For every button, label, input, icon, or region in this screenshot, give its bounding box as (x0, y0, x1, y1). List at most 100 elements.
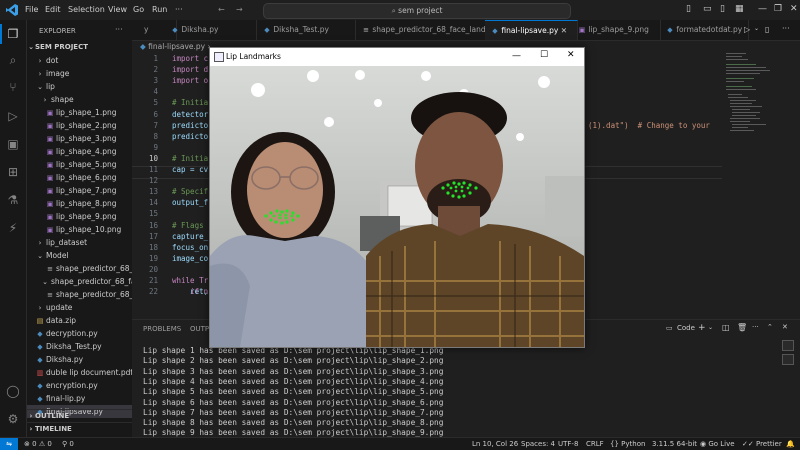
problems-status[interactable]: ⊗ 0 ⚠ 0 (24, 438, 52, 450)
testing-icon[interactable]: ⚗ (6, 193, 20, 207)
menu-file[interactable]: File (25, 5, 38, 14)
window-maximize-icon[interactable]: ☐ (540, 50, 548, 60)
file-item[interactable]: ◆ final-lip.py (27, 392, 132, 405)
file-item[interactable]: ≡shape_predictor_68_f... (27, 262, 132, 275)
back-arrow-icon[interactable]: ← (218, 5, 225, 14)
account-icon[interactable]: ◯ (6, 384, 20, 398)
chevron-down-icon[interactable]: ⌄ (708, 324, 713, 331)
layout-secondary-icon[interactable]: ▯ (720, 4, 725, 14)
file-item[interactable]: ▣ lip_shape_9.png (27, 210, 132, 223)
tab-formatedotdat[interactable]: ◆ formatedotdat.py (660, 20, 749, 40)
file-item[interactable]: ▣ lip_shape_10.png (27, 223, 132, 236)
panel-more-icon[interactable]: ··· (752, 323, 759, 331)
folder-item[interactable]: › lip_dataset (27, 236, 132, 249)
outline-section[interactable]: › OUTLINE (27, 409, 132, 423)
timeline-section[interactable]: › TIMELINE (27, 422, 132, 436)
encoding[interactable]: UTF-8 (558, 438, 578, 450)
new-terminal-icon[interactable]: + (698, 323, 706, 333)
file-item[interactable]: ▣ lip_shape_6.png (27, 171, 132, 184)
minimize-icon[interactable]: — (758, 4, 767, 14)
split-terminal-icon[interactable]: ◫ (722, 323, 730, 332)
folder-item[interactable]: › dot (27, 54, 132, 67)
notifications-bell-icon[interactable]: 🔔 (786, 438, 795, 450)
run-debug-icon[interactable]: ▷ (6, 109, 20, 123)
minimap[interactable] (722, 41, 800, 319)
layout-panel-icon[interactable]: ▭ (703, 4, 712, 14)
file-item[interactable]: ▥ duble lip document.pdf (27, 366, 132, 379)
file-item[interactable]: ◆ Diksha_Test.py (27, 340, 132, 353)
customize-layout-icon[interactable]: ▦ (735, 4, 744, 14)
file-item[interactable]: ▣ lip_shape_8.png (27, 197, 132, 210)
more-menu-icon[interactable]: ··· (175, 5, 183, 14)
folder-item[interactable]: ⌄shape_predictor_68_fa... (27, 275, 132, 288)
project-root[interactable]: ⌄SEM PROJECT (27, 41, 132, 54)
terminal-instance-icon[interactable] (782, 340, 794, 351)
menu-view[interactable]: View (108, 5, 127, 14)
file-item[interactable]: ▣ lip_shape_3.png (27, 132, 132, 145)
close-icon[interactable]: ✕ (790, 4, 798, 14)
menu-edit[interactable]: Edit (45, 5, 61, 14)
layout-sidebar-icon[interactable]: ▯ (686, 4, 691, 14)
ports-status[interactable]: ⚲ 0 (62, 438, 74, 450)
search-view-icon[interactable]: ⌕ (6, 53, 20, 67)
file-item[interactable]: ▣ lip_shape_1.png (27, 106, 132, 119)
file-item[interactable]: ▣ lip_shape_4.png (27, 145, 132, 158)
window-minimize-icon[interactable]: — (512, 51, 521, 61)
tab-shape-predictor[interactable]: ≡ shape_predictor_68_face_landmarks.dat (356, 20, 500, 40)
menu-selection[interactable]: Selection (68, 5, 105, 14)
source-control-icon[interactable]: ⑂ (6, 80, 20, 94)
tab-diksha-test[interactable]: ◆ Diksha_Test.py (257, 20, 356, 40)
folder-item[interactable]: › update (27, 301, 132, 314)
trash-icon[interactable]: 🗑 (737, 323, 747, 332)
folder-item[interactable]: ⌄ lip (27, 80, 132, 93)
file-item[interactable]: ≡shape_predictor_68_f... (27, 288, 132, 301)
explorer-more-icon[interactable]: ··· (115, 25, 123, 34)
tab-lip-shape-9[interactable]: ▣ lip_shape_9.png (572, 20, 661, 40)
remote-explorer-icon[interactable]: ▣ (6, 137, 20, 151)
folder-item[interactable]: ⌄ Model (27, 249, 132, 262)
window-close-icon[interactable]: ✕ (567, 50, 575, 60)
tab-problems[interactable]: PROBLEMS (143, 325, 181, 333)
command-search[interactable]: ⌕ sem project (263, 3, 571, 19)
file-item[interactable]: ▣ lip_shape_2.png (27, 119, 132, 132)
go-live[interactable]: ◉ Go Live (700, 438, 735, 450)
file-item[interactable]: ▤ data.zip (27, 314, 132, 327)
file-item[interactable]: ▣ lip_shape_5.png (27, 158, 132, 171)
remote-indicator-icon[interactable]: ⇋ (0, 438, 18, 450)
close-panel-icon[interactable]: ✕ (782, 323, 788, 331)
breadcrumb[interactable]: ◆ final-lipsave.py › (140, 42, 211, 51)
file-item[interactable]: ◆ decryption.py (27, 327, 132, 340)
end-of-line[interactable]: CRLF (586, 438, 604, 450)
terminal-instance-icon[interactable] (782, 354, 794, 365)
python-interpreter[interactable]: 3.11.5 64-bit (652, 438, 697, 450)
settings-gear-icon[interactable]: ⚙ (6, 412, 20, 426)
folder-item[interactable]: › shape (27, 93, 132, 106)
editor-more-icon[interactable]: ··· (782, 24, 790, 33)
extensions-icon[interactable]: ⊞ (6, 165, 20, 179)
cursor-position[interactable]: Ln 10, Col 26 (472, 438, 518, 450)
file-item[interactable]: ◆ encryption.py (27, 379, 132, 392)
menu-run[interactable]: Run (152, 5, 167, 14)
file-item[interactable]: ▣ lip_shape_7.png (27, 184, 132, 197)
maximize-panel-icon[interactable]: ⌃ (767, 323, 773, 331)
language-mode[interactable]: {} Python (610, 438, 645, 450)
lip-landmarks-window[interactable]: Lip Landmarks — ☐ ✕ (209, 47, 585, 348)
file-item[interactable]: ◆ Diksha.py (27, 353, 132, 366)
tab-close-icon[interactable]: ✕ (561, 26, 567, 35)
forward-arrow-icon[interactable]: → (236, 5, 243, 14)
error-count: 0 (32, 440, 37, 448)
chevron-down-icon[interactable]: ⌄ (754, 25, 759, 32)
tab-diksha[interactable]: ◆ Diksha.py (165, 20, 257, 40)
restore-icon[interactable]: ❐ (774, 4, 782, 14)
indentation[interactable]: Spaces: 4 (521, 438, 555, 450)
lightning-icon[interactable]: ⚡ (6, 221, 20, 235)
prettier-status[interactable]: ✓✓ Prettier (742, 438, 782, 450)
terminal-shell-name[interactable]: Code (677, 324, 695, 332)
tab-final-lipsave[interactable]: ◆ final-lipsave.py ✕ (485, 20, 578, 40)
folder-item[interactable]: › image (27, 67, 132, 80)
split-editor-icon[interactable]: ▯ (765, 25, 769, 34)
menu-go[interactable]: Go (133, 5, 144, 14)
explorer-icon[interactable]: ❐ (6, 27, 20, 41)
window-titlebar[interactable]: Lip Landmarks — ☐ ✕ (210, 48, 584, 66)
run-file-icon[interactable]: ▷ (744, 25, 750, 34)
